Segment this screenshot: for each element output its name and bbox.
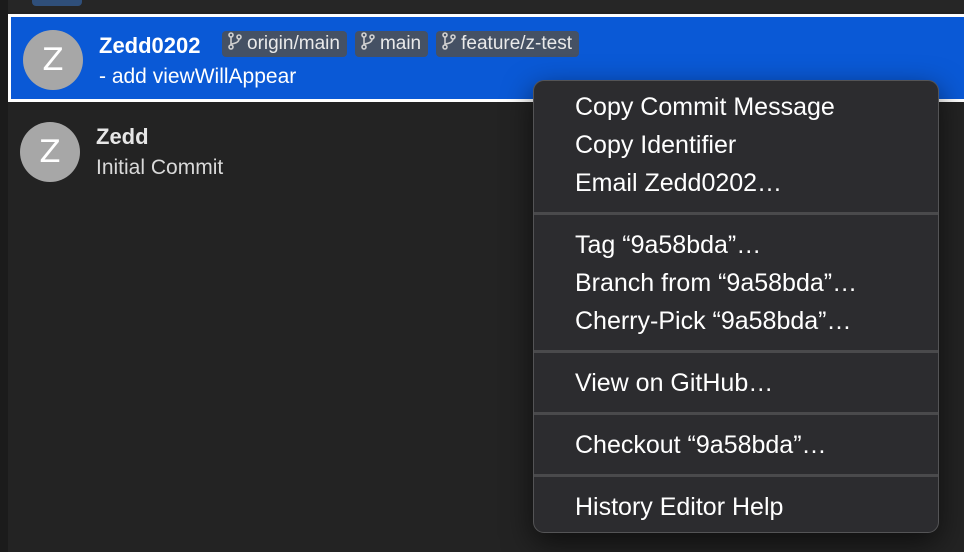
ref-badge-main[interactable]: main bbox=[354, 31, 429, 57]
ref-label: main bbox=[379, 33, 422, 54]
commit-author: Zedd0202 bbox=[99, 33, 201, 58]
menu-separator bbox=[534, 474, 938, 477]
menu-item-email-author[interactable]: Email Zedd0202… bbox=[575, 168, 782, 198]
commit-message: Initial Commit bbox=[96, 156, 224, 179]
menu-item-tag[interactable]: Tag “9a58bda”… bbox=[575, 230, 761, 260]
menu-item-copy-commit-message[interactable]: Copy Commit Message bbox=[575, 92, 835, 122]
branch-icon bbox=[228, 32, 247, 56]
top-strip bbox=[0, 0, 964, 12]
menu-item-history-editor-help[interactable]: History Editor Help bbox=[575, 492, 783, 522]
ref-label: origin/main bbox=[247, 33, 340, 54]
ref-label: feature/z-test bbox=[461, 33, 573, 54]
avatar: Z bbox=[20, 122, 80, 182]
history-editor: Z Zedd0202 origin/main main feature/z-te… bbox=[0, 0, 964, 552]
menu-item-view-on-github[interactable]: View on GitHub… bbox=[575, 368, 773, 398]
commit-message: - add viewWillAppear bbox=[99, 65, 297, 88]
menu-item-branch-from[interactable]: Branch from “9a58bda”… bbox=[575, 268, 857, 298]
ref-badge-origin-main[interactable]: origin/main bbox=[222, 31, 347, 57]
ref-badges: origin/main main feature/z-test bbox=[222, 31, 580, 57]
top-chip bbox=[32, 0, 82, 6]
avatar: Z bbox=[23, 30, 83, 90]
commit-author: Zedd bbox=[96, 124, 149, 149]
menu-separator bbox=[534, 412, 938, 415]
menu-item-copy-identifier[interactable]: Copy Identifier bbox=[575, 130, 736, 160]
menu-item-cherry-pick[interactable]: Cherry-Pick “9a58bda”… bbox=[575, 306, 852, 336]
menu-item-checkout[interactable]: Checkout “9a58bda”… bbox=[575, 430, 827, 460]
ref-badge-feature-z-test[interactable]: feature/z-test bbox=[436, 31, 580, 57]
left-border bbox=[0, 0, 8, 552]
branch-icon bbox=[442, 32, 461, 56]
branch-icon bbox=[361, 32, 380, 56]
menu-separator bbox=[534, 350, 938, 353]
menu-separator bbox=[534, 212, 938, 215]
context-menu: Copy Commit Message Copy Identifier Emai… bbox=[533, 80, 939, 533]
